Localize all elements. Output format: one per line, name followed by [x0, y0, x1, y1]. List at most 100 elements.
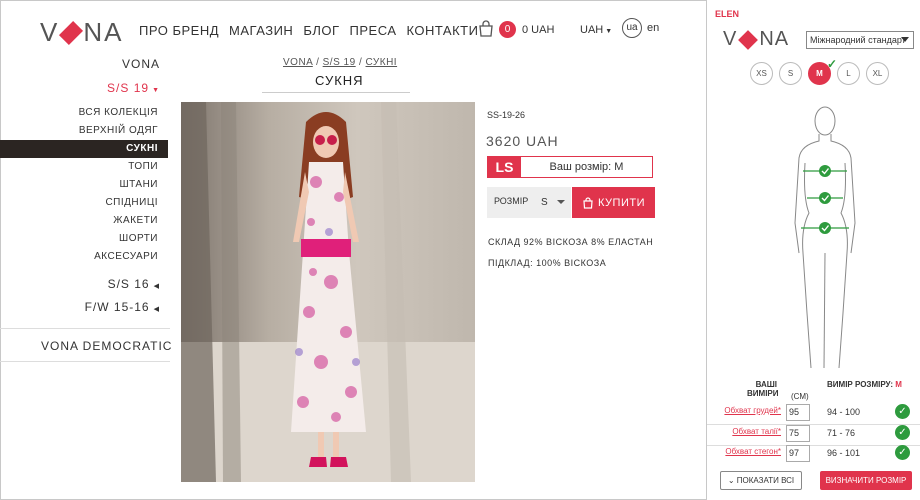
- size-value: S: [541, 197, 548, 208]
- lang-en-button[interactable]: en: [647, 22, 659, 34]
- sidebar-subcategories: ВСЯ КОЛЕКЦІЯ ВЕРХНІЙ ОДЯГ СУКНІ ТОПИ ШТА…: [0, 104, 168, 266]
- breadcrumb-item[interactable]: СУКНІ: [366, 57, 398, 68]
- sidebar-season-ss16[interactable]: S/S 16 ◀: [108, 277, 160, 291]
- ls-badge: LS: [488, 157, 521, 177]
- breadcrumb-item[interactable]: S/S 19: [323, 57, 356, 68]
- show-all-label: ПОКАЗАТИ ВСІ: [736, 476, 795, 485]
- cart-total[interactable]: 0 UAH: [522, 24, 554, 36]
- col-unit: (СМ): [791, 392, 809, 401]
- measure-range: 94 - 100: [827, 407, 861, 417]
- sidebar-item-all[interactable]: ВСЯ КОЛЕКЦІЯ: [0, 104, 168, 122]
- widget-logo-left: V: [723, 28, 738, 50]
- sidebar-item-outerwear[interactable]: ВЕРХНІЙ ОДЯГ: [0, 122, 168, 140]
- show-all-button[interactable]: ⌄ ПОКАЗАТИ ВСІ: [720, 471, 802, 490]
- sidebar-item-accessories[interactable]: АКСЕСУАРИ: [0, 248, 168, 266]
- chevron-down-icon: [557, 200, 565, 204]
- body-silhouette: [794, 106, 856, 369]
- chevron-down-icon: ▼: [152, 87, 160, 94]
- widget-logo: V NA: [723, 28, 789, 51]
- col-size-measurement: ВИМІР РОЗМІРУ: M: [827, 380, 902, 389]
- sidebar-season-fw1516[interactable]: F/W 15-16 ◀: [85, 300, 160, 314]
- breadcrumb-item[interactable]: VONA: [283, 57, 313, 68]
- sidebar-item-dresses[interactable]: СУКНІ: [0, 140, 168, 158]
- size-label: РОЗМІР: [494, 196, 529, 206]
- determine-size-button[interactable]: ВИЗНАЧИТИ РОЗМІР: [820, 471, 912, 490]
- nav-press[interactable]: ПРЕСА: [350, 23, 397, 38]
- check-icon: ✓: [826, 57, 837, 71]
- chevron-down-icon: [901, 37, 909, 42]
- col-your-measurements: ВАШІ ВИМІРИ: [747, 380, 779, 398]
- sidebar-item-jackets[interactable]: ЖАКЕТИ: [0, 212, 168, 230]
- sidebar-divider: [0, 328, 170, 329]
- measure-label-hips[interactable]: Обхват стегон*: [725, 447, 781, 456]
- measure-input-hips[interactable]: 97: [786, 445, 810, 462]
- size-option-xs[interactable]: XS: [750, 62, 773, 85]
- nav-blog[interactable]: БЛОГ: [303, 23, 339, 38]
- size-option-label: M: [816, 69, 823, 78]
- sidebar-item-skirts[interactable]: СПІДНИЦІ: [0, 194, 168, 212]
- lang-ua-button[interactable]: ua: [622, 18, 642, 38]
- size-select[interactable]: РОЗМІР S: [487, 187, 571, 218]
- measure-label-bust[interactable]: Обхват грудей*: [724, 406, 781, 415]
- standard-value: Міжнародний стандарт: [810, 35, 906, 45]
- measure-range: 96 - 101: [827, 448, 861, 458]
- measure-row: Обхват стегон* 97 96 - 101 ✓: [707, 444, 920, 464]
- sidebar-item-tops[interactable]: ТОПИ: [0, 158, 168, 176]
- cart-icon[interactable]: [477, 20, 495, 38]
- size-option-xl[interactable]: XL: [866, 62, 889, 85]
- sidebar-item-shorts[interactable]: ШОРТИ: [0, 230, 168, 248]
- product-lining: ПІДКЛАД: 100% ВІСКОЗА: [488, 258, 607, 268]
- product-photo[interactable]: [181, 102, 475, 482]
- measure-label-waist[interactable]: Обхват талії*: [732, 427, 781, 436]
- cart-count-badge[interactable]: 0: [499, 21, 516, 38]
- size-option-l[interactable]: L: [837, 62, 860, 85]
- sidebar-season-ss19[interactable]: S/S 19 ▼: [107, 81, 160, 95]
- measure-row: Обхват талії* 75 71 - 76 ✓: [707, 424, 920, 446]
- your-size-text: Ваш розмір: M: [549, 161, 624, 173]
- product-sku: SS-19-26: [487, 110, 526, 120]
- chevron-left-icon: ◀: [153, 283, 160, 290]
- product-price: 3620 UAH: [486, 133, 559, 149]
- nav-shop[interactable]: МАГАЗИН: [229, 23, 293, 38]
- season-label: S/S 19: [107, 81, 150, 95]
- logo-left-text: V: [40, 17, 60, 47]
- check-icon: ✓: [895, 404, 910, 419]
- sidebar-democratic[interactable]: VONA DEMOCRATIC: [41, 339, 172, 353]
- nav-about[interactable]: ПРО БРЕНД: [139, 23, 219, 38]
- top-nav: ПРО БРЕНД МАГАЗИН БЛОГ ПРЕСА КОНТАКТИ: [139, 23, 478, 38]
- sidebar-item-trousers[interactable]: ШТАНИ: [0, 176, 168, 194]
- logo-diamond-icon: [738, 29, 759, 50]
- widget-user: ELEN: [715, 9, 740, 19]
- bag-icon: [583, 196, 593, 209]
- measure-range: 71 - 76: [827, 428, 856, 438]
- chevron-left-icon: ◀: [153, 306, 160, 313]
- size-option-m[interactable]: M ✓: [808, 57, 837, 85]
- product-composition: СКЛАД 92% ВІСКОЗА 8% ЕЛАСТАН: [488, 237, 654, 247]
- measure-input-bust[interactable]: 95: [786, 404, 810, 421]
- check-icon: ✓: [895, 425, 910, 440]
- buy-button[interactable]: КУПИТИ: [572, 187, 655, 218]
- chevron-double-down-icon: ⌄: [727, 476, 735, 485]
- title-underline: [262, 92, 410, 93]
- logo-diamond-icon: [59, 20, 84, 45]
- standard-select[interactable]: Міжнародний стандарт: [806, 31, 914, 49]
- season-label: S/S 16: [107, 277, 150, 291]
- measure-input-waist[interactable]: 75: [786, 425, 810, 442]
- measure-row: Обхват грудей* 95 94 - 100 ✓: [707, 403, 920, 425]
- season-label: F/W 15-16: [84, 300, 150, 314]
- sidebar-divider: [0, 361, 170, 362]
- check-icon: ✓: [895, 445, 910, 460]
- currency-select[interactable]: UAH ▼: [580, 24, 612, 36]
- size-option-s[interactable]: S: [779, 62, 802, 85]
- buy-label: КУПИТИ: [598, 196, 645, 209]
- your-size-box[interactable]: LS Ваш розмір: M: [487, 156, 653, 178]
- col-size-value: M: [895, 380, 902, 389]
- logo-right-text: NA: [83, 17, 124, 47]
- currency-value: UAH: [580, 24, 604, 36]
- breadcrumb: VONA / S/S 19 / СУКНІ: [283, 57, 398, 68]
- sidebar-brand[interactable]: VONA: [122, 57, 160, 71]
- nav-contacts[interactable]: КОНТАКТИ: [407, 23, 479, 38]
- vona-logo[interactable]: V NA: [40, 17, 123, 48]
- size-widget: ELEN V NA Міжнародний стандарт XS S M ✓ L…: [706, 0, 920, 500]
- widget-logo-right: NA: [759, 28, 790, 50]
